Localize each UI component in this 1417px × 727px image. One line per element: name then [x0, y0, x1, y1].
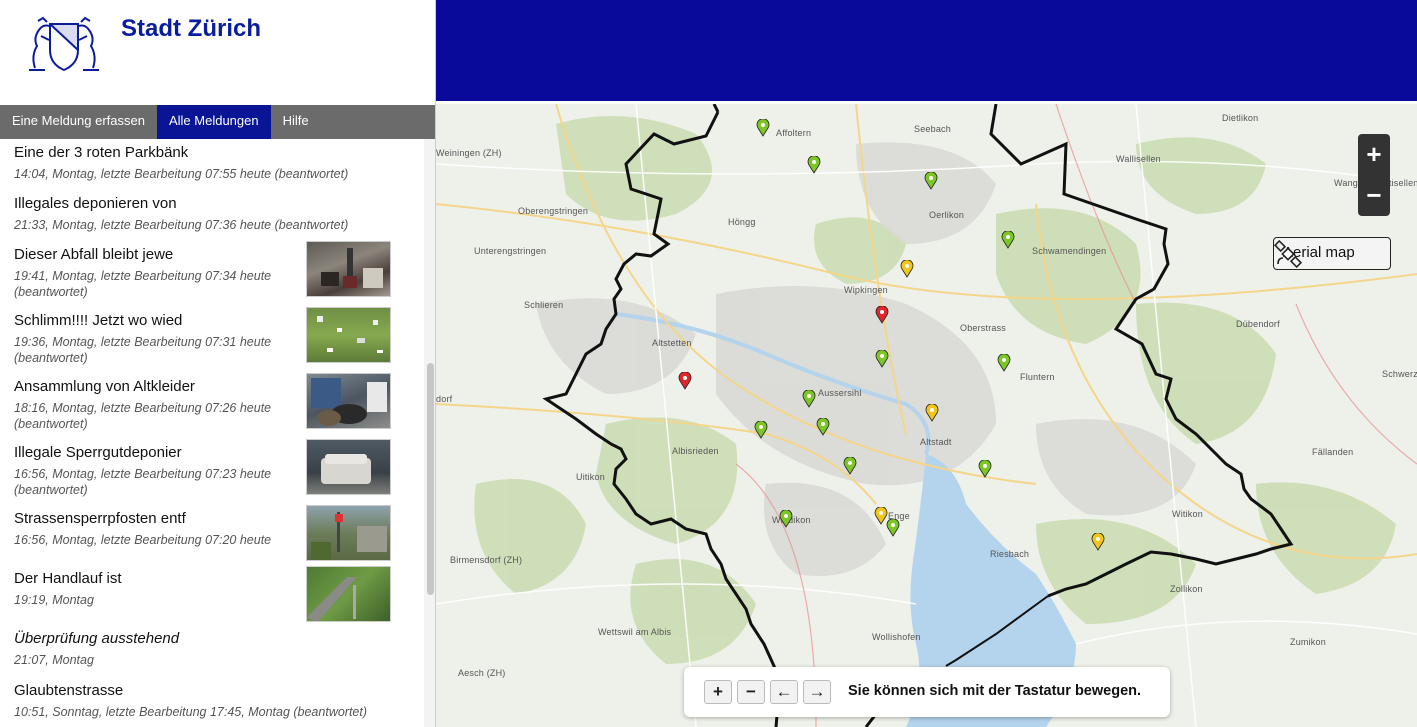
place-label: Fällanden [1312, 447, 1354, 457]
satellite-icon [1274, 240, 1302, 268]
place-label: Dietlikon [1222, 113, 1259, 123]
report-photo-thumbnail[interactable] [306, 307, 391, 363]
place-label: Unterengstringen [474, 246, 547, 256]
zoom-out-button[interactable]: − [1358, 175, 1390, 216]
marker-pin-icon[interactable] [997, 354, 1011, 372]
place-label: Oberstrass [960, 323, 1007, 333]
list-item[interactable]: Illegales deponieren von 21:33, Montag, … [14, 194, 394, 233]
marker-pin-icon[interactable] [843, 457, 857, 475]
place-label: Wallisellen [1116, 154, 1161, 164]
reports-panel: Stadt Zürich Eine Meldung erfassen Alle … [0, 0, 436, 727]
report-list: Eine der 3 roten Parkbänk 14:04, Montag,… [0, 139, 424, 727]
report-meta: 10:51, Sonntag, letzte Bearbeitung 17:45… [14, 705, 368, 719]
marker-pin-icon[interactable] [1091, 533, 1105, 551]
place-label: Zollikon [1170, 584, 1203, 594]
scrollbar-thumb[interactable] [427, 363, 434, 595]
city-title[interactable]: Stadt Zürich [121, 15, 261, 43]
report-meta: 21:07, Montag [14, 653, 94, 667]
place-label: dorf [436, 394, 453, 404]
place-label: Wipkingen [844, 285, 888, 295]
place-label: Wettswil am Albis [598, 627, 672, 637]
marker-pin-icon[interactable] [779, 510, 793, 528]
marker-pin-icon[interactable] [875, 306, 889, 324]
report-title[interactable]: Überprüfung ausstehend [14, 629, 394, 649]
report-photo-thumbnail[interactable] [306, 439, 391, 495]
marker-pin-icon[interactable] [978, 460, 992, 478]
marker-pin-icon[interactable] [816, 418, 830, 436]
place-label: Wollishofen [872, 632, 921, 642]
tab-help[interactable]: Hilfe [271, 105, 321, 139]
marker-pin-icon[interactable] [754, 421, 768, 439]
report-meta: 18:16, Montag, letzte Bearbeitung 07:26 … [14, 401, 272, 431]
place-label: Uitikon [576, 472, 605, 482]
tab-all-reports[interactable]: Alle Meldungen [156, 105, 271, 139]
place-label: Schwamendingen [1032, 246, 1107, 256]
place-label: Seebach [914, 124, 951, 134]
report-photo-thumbnail[interactable] [306, 373, 391, 429]
list-item[interactable]: Überprüfung ausstehend 21:07, Montag [14, 629, 394, 668]
map-view[interactable]: Affoltern Seebach Dietlikon Wallisellen … [436, 104, 1417, 727]
marker-pin-icon[interactable] [924, 172, 938, 190]
key-arrow-left-button[interactable]: ← [770, 680, 798, 704]
report-meta: 19:41, Montag, letzte Bearbeitung 07:34 … [14, 269, 272, 299]
report-meta: 19:36, Montag, letzte Bearbeitung 07:31 … [14, 335, 272, 365]
marker-pin-icon[interactable] [900, 260, 914, 278]
place-label: Altstadt [920, 437, 952, 447]
key-minus-button[interactable]: − [737, 680, 765, 704]
report-meta: 16:56, Montag, letzte Bearbeitung 07:20 … [14, 533, 272, 547]
report-meta: 14:04, Montag, letzte Bearbeitung 07:55 … [14, 167, 349, 181]
place-label: Birmensdorf (ZH) [450, 555, 523, 565]
list-item[interactable]: Eine der 3 roten Parkbänk 14:04, Montag,… [14, 143, 394, 182]
tab-new-report[interactable]: Eine Meldung erfassen [0, 105, 157, 139]
report-title[interactable]: Eine der 3 roten Parkbänk [14, 143, 394, 163]
report-meta: 16:56, Montag, letzte Bearbeitung 07:23 … [14, 467, 272, 497]
marker-pin-icon[interactable] [1001, 231, 1015, 249]
place-label: Aesch (ZH) [458, 668, 506, 678]
marker-pin-icon[interactable] [802, 390, 816, 408]
zurich-coat-of-arms-logo[interactable] [23, 16, 105, 74]
brand-header: Stadt Zürich [0, 0, 435, 105]
marker-pin-icon[interactable] [925, 404, 939, 422]
report-title[interactable]: Glaubtenstrasse [14, 681, 394, 701]
list-item[interactable]: Glaubtenstrasse 10:51, Sonntag, letzte B… [14, 681, 394, 720]
report-photo-thumbnail[interactable] [306, 505, 391, 561]
marker-pin-icon[interactable] [756, 119, 770, 137]
place-label: Schlieren [524, 300, 564, 310]
main-tabs: Eine Meldung erfassen Alle Meldungen Hil… [0, 105, 435, 139]
place-label: Weiningen (ZH) [436, 148, 502, 158]
report-meta: 19:19, Montag [14, 593, 94, 607]
report-meta: 21:33, Montag, letzte Bearbeitung 07:36 … [14, 218, 349, 232]
report-photo-thumbnail[interactable] [306, 566, 391, 622]
marker-pin-icon[interactable] [678, 372, 692, 390]
zoom-control: + − [1358, 134, 1390, 216]
place-label: Aussersihl [818, 388, 862, 398]
key-plus-button[interactable]: + [704, 680, 732, 704]
place-label: Dübendorf [1236, 319, 1280, 329]
place-label: Fluntern [1020, 372, 1055, 382]
place-label: Schwerz [1382, 369, 1417, 379]
place-label: Riesbach [990, 549, 1030, 559]
place-label: Albisrieden [672, 446, 719, 456]
keyboard-hint-text: Sie können sich mit der Tastatur bewegen… [848, 683, 1142, 699]
marker-pin-icon[interactable] [807, 156, 821, 174]
aerial-map-button[interactable]: Aerial map [1273, 237, 1391, 270]
zoom-in-button[interactable]: + [1358, 134, 1390, 175]
marker-pin-icon[interactable] [875, 350, 889, 368]
place-label: Witikon [1172, 509, 1203, 519]
list-scrollbar[interactable] [424, 139, 435, 727]
place-label: Höngg [728, 217, 756, 227]
place-label: Oberengstringen [518, 206, 589, 216]
place-label: Oerlikon [929, 210, 965, 220]
marker-pin-icon[interactable] [886, 519, 900, 537]
place-label: Affoltern [776, 128, 812, 138]
top-banner [436, 0, 1417, 103]
report-photo-thumbnail[interactable] [306, 241, 391, 297]
place-label: Zumikon [1290, 637, 1326, 647]
key-arrow-right-button[interactable]: → [803, 680, 831, 704]
place-label: Altstetten [652, 338, 692, 348]
keyboard-hint-panel: + − ← → Sie können sich mit der Tastatur… [684, 667, 1170, 717]
report-title[interactable]: Illegales deponieren von [14, 194, 394, 214]
